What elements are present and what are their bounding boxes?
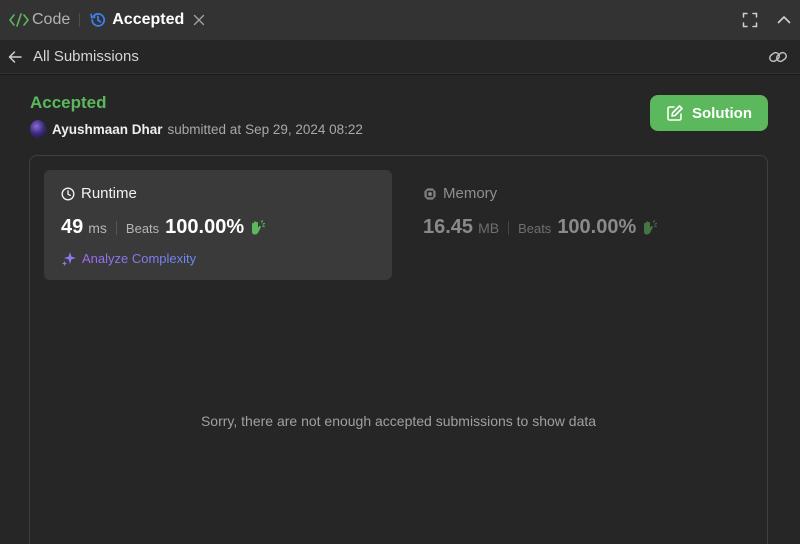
tab-divider [79,13,81,27]
clap-hand-icon [248,219,266,237]
chevron-up-icon[interactable] [776,12,792,28]
maximize-icon[interactable] [742,12,758,28]
clap-hand-icon [640,219,658,237]
all-submissions-link[interactable]: All Submissions [33,48,139,65]
value-divider [508,220,510,235]
memory-unit: MB [478,220,500,236]
memory-title: Memory [443,185,498,202]
distribution-empty-message: Sorry, there are not enough accepted sub… [200,413,597,429]
tab-bar: Code Accepted [0,0,800,40]
memory-header: Memory [423,185,497,202]
submission-status: Accepted [30,93,107,112]
tab-code[interactable]: Code [0,0,70,40]
memory-value: 16.45 [423,216,474,238]
memory-beats-label: Beats [518,221,552,236]
tab-accepted-label: Accepted [112,11,185,28]
close-icon[interactable] [192,13,206,27]
memory-beats-value: 100.00% [557,216,637,238]
tab-accepted[interactable]: Accepted [89,0,206,40]
value-divider [115,220,117,235]
link-icon[interactable] [768,48,788,66]
runtime-title: Runtime [81,185,137,202]
submitter-name[interactable]: Ayushmaan Dhar [52,122,163,137]
solution-button[interactable]: Solution [650,95,768,131]
code-brackets-icon [9,13,29,27]
tab-bar-actions [742,0,792,40]
sparkle-icon [61,250,77,266]
submission-date: Sep 29, 2024 08:22 [245,121,363,137]
runtime-header: Runtime [61,185,137,202]
runtime-beats-value: 100.00% [165,216,245,238]
analyze-complexity-link[interactable]: Analyze Complexity [61,250,196,266]
runtime-value: 49 [61,216,84,238]
history-icon [89,11,107,29]
solution-button-label: Solution [692,104,752,122]
edit-icon [666,104,684,122]
runtime-values: 49 ms Beats 100.00% [61,216,266,239]
submitted-at-text: submitted at [167,121,242,137]
tab-code-label: Code [32,11,71,28]
memory-values: 16.45 MB Beats 100.00% [423,216,658,239]
runtime-card[interactable]: Runtime 49 ms Beats 100.00% Analyze Comp… [44,170,392,280]
avatar[interactable] [30,120,46,138]
runtime-unit: ms [88,220,107,236]
analyze-complexity-label: Analyze Complexity [82,250,197,266]
submission-subheader: All Submissions [0,40,800,74]
runtime-beats-label: Beats [125,221,160,236]
submission-detail-panel: Accepted Ayushmaan Dhar submitted at Sep… [0,75,800,544]
memory-card[interactable]: Memory 16.45 MB Beats 100.00% [406,170,754,280]
chip-icon [423,187,437,201]
performance-stats: Runtime 49 ms Beats 100.00% Analyze Comp… [29,155,768,544]
submitter-info: Ayushmaan Dhar submitted at Sep 29, 2024… [30,120,363,138]
arrow-left-icon[interactable] [7,49,23,65]
clock-icon [61,186,75,201]
